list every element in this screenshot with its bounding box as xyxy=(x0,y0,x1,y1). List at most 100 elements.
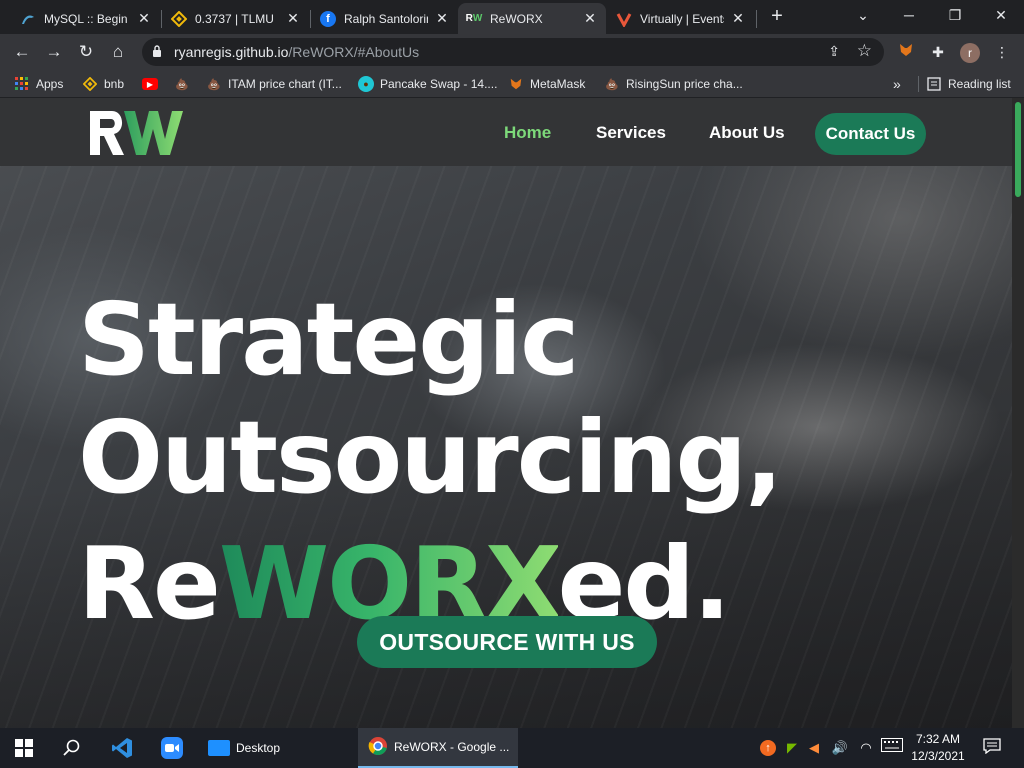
page-scrollbar[interactable] xyxy=(1012,98,1024,728)
tab-search-icon[interactable]: ⌄ xyxy=(840,4,886,26)
url-host: ryanregis.github.io xyxy=(174,44,289,60)
reading-list-label: Reading list xyxy=(948,77,1011,91)
facebook-icon: f xyxy=(320,10,336,27)
bookmark-label: bnb xyxy=(104,77,125,91)
tab-tlmu[interactable]: 0.3737 | TLMU ✕ xyxy=(163,3,309,34)
binance-icon xyxy=(171,10,187,27)
keyboard-icon[interactable] xyxy=(880,738,904,758)
contact-us-button[interactable]: Contact Us xyxy=(815,113,926,155)
search-icon[interactable] xyxy=(60,736,84,760)
tab-title: MySQL :: Begin ’ xyxy=(44,11,130,26)
outsource-with-us-button[interactable]: OUTSOURCE WITH US xyxy=(357,616,657,668)
tab-title: ReWORX xyxy=(490,11,543,26)
minimize-icon[interactable]: ─ xyxy=(886,4,932,26)
close-window-icon[interactable]: ✕ xyxy=(978,4,1024,26)
scrollbar-thumb[interactable] xyxy=(1015,102,1021,197)
nav-home-link[interactable]: Home xyxy=(504,123,551,143)
forward-arrow-icon[interactable]: → xyxy=(42,40,66,64)
clock-date: 12/3/2021 xyxy=(911,749,965,763)
more-bookmarks-icon[interactable]: » xyxy=(893,74,901,94)
close-tab-icon[interactable]: ✕ xyxy=(582,10,598,27)
bookmark-label: Apps xyxy=(36,77,64,91)
mysql-dolphin-icon xyxy=(20,11,36,27)
url-text: ryanregis.github.io/ReWORX/#AboutUs xyxy=(174,44,419,60)
tab-separator xyxy=(310,10,311,28)
reading-list-button[interactable]: Reading list xyxy=(926,74,1011,94)
chrome-menu-icon[interactable]: ⋮ xyxy=(992,42,1012,62)
profile-avatar[interactable]: r xyxy=(960,43,980,63)
tab-facebook[interactable]: f Ralph Santolorin ✕ xyxy=(312,3,458,34)
tab-title: Virtually | Events xyxy=(640,11,724,26)
share-icon[interactable]: ⇪ xyxy=(828,43,840,60)
poop-icon: 💩 xyxy=(207,78,221,91)
volume-icon[interactable]: 🔊 xyxy=(830,738,850,758)
desktop-folder-icon xyxy=(208,740,230,756)
bookmark-itam[interactable]: 💩 ITAM price chart (IT... xyxy=(206,74,342,94)
bookmarks-separator xyxy=(918,76,919,92)
hero-prefix: Re xyxy=(78,525,221,642)
apps-grid-icon xyxy=(14,76,30,92)
restore-icon[interactable]: ❐ xyxy=(932,4,978,26)
page-viewport: Home Services About Us Contact Us Strate… xyxy=(0,98,1024,728)
clock-time: 7:32 AM xyxy=(915,732,961,746)
bookmark-bnb[interactable]: bnb xyxy=(82,74,124,94)
metamask-fox-icon[interactable] xyxy=(896,42,916,62)
binance-icon xyxy=(82,76,98,92)
hero-headline-line1: Strategic xyxy=(78,281,579,398)
reload-icon[interactable]: ↻ xyxy=(74,40,98,64)
notifications-icon[interactable] xyxy=(982,738,1002,758)
taskbar-chrome-item[interactable]: ReWORX - Google ... xyxy=(358,728,518,768)
browser-toolbar: ← → ↻ ⌂ ryanregis.github.io/ReWORX/#Abou… xyxy=(0,34,1024,70)
speaker-muted-icon[interactable]: ◀ xyxy=(804,738,824,758)
zoom-icon[interactable] xyxy=(160,736,184,760)
tab-mysql[interactable]: MySQL :: Begin ’ ✕ xyxy=(12,3,160,34)
wifi-icon[interactable]: ◠ xyxy=(856,738,876,758)
bookmark-label: Pancake Swap - 14.... xyxy=(380,77,498,91)
bookmark-metamask[interactable]: MetaMask xyxy=(508,74,585,94)
pancake-icon: ● xyxy=(358,76,374,92)
bookmark-poop[interactable]: 💩 xyxy=(174,74,196,94)
poop-icon: 💩 xyxy=(175,78,189,91)
system-clock[interactable]: 7:32 AM 12/3/2021 xyxy=(906,731,970,765)
windows-start-icon[interactable] xyxy=(12,736,36,760)
nav-services-link[interactable]: Services xyxy=(596,123,666,143)
tab-virtually[interactable]: Virtually | Events ✕ xyxy=(608,3,754,34)
tab-separator xyxy=(756,10,757,28)
bookmark-risingsun[interactable]: 💩 RisingSun price cha... xyxy=(604,74,743,94)
close-tab-icon[interactable]: ✕ xyxy=(730,10,746,27)
tab-title: 0.3737 | TLMU xyxy=(195,11,274,26)
close-tab-icon[interactable]: ✕ xyxy=(285,10,301,27)
poop-icon: 💩 xyxy=(605,78,619,91)
bookmark-pancake-swap[interactable]: ● Pancake Swap - 14.... xyxy=(358,74,497,94)
nav-about-us-link[interactable]: About Us xyxy=(709,123,785,143)
taskbar-desktop-item[interactable]: Desktop xyxy=(200,728,350,768)
bookmarks-bar: Apps bnb ▶ 💩 💩 ITAM price chart (IT... ●… xyxy=(0,70,1024,98)
chrome-icon xyxy=(368,736,388,759)
lock-icon xyxy=(153,45,161,57)
extensions-puzzle-icon[interactable]: ✚ xyxy=(928,42,948,62)
address-bar[interactable]: ryanregis.github.io/ReWORX/#AboutUs ⇪ ☆ xyxy=(142,38,884,66)
bookmark-apps[interactable]: Apps xyxy=(14,74,63,94)
reworx-logo[interactable] xyxy=(88,109,184,157)
youtube-icon: ▶ xyxy=(142,78,158,90)
bookmark-label: RisingSun price cha... xyxy=(626,77,743,91)
close-tab-icon[interactable]: ✕ xyxy=(136,10,152,27)
url-path: /ReWORX/#AboutUs xyxy=(288,44,420,60)
bookmark-label: ITAM price chart (IT... xyxy=(228,77,342,91)
new-tab-icon[interactable]: + xyxy=(766,5,788,27)
nvidia-icon[interactable]: ◤ xyxy=(782,738,802,758)
site-navbar: Home Services About Us Contact Us xyxy=(0,98,1012,166)
bookmark-youtube[interactable]: ▶ xyxy=(142,74,164,94)
tab-reworx[interactable]: RW ReWORX ✕ xyxy=(458,3,606,34)
reworx-icon: RW xyxy=(465,13,483,24)
tab-separator xyxy=(161,10,162,28)
vscode-icon[interactable] xyxy=(110,736,134,760)
back-arrow-icon[interactable]: ← xyxy=(10,40,34,64)
close-tab-icon[interactable]: ✕ xyxy=(434,10,450,27)
bookmark-star-icon[interactable]: ☆ xyxy=(857,41,872,61)
update-arrow-icon[interactable]: ↑ xyxy=(758,738,778,758)
metamask-fox-icon xyxy=(508,76,524,92)
home-icon[interactable]: ⌂ xyxy=(106,40,130,64)
reading-list-icon xyxy=(926,76,942,92)
bookmark-label: MetaMask xyxy=(530,77,586,91)
